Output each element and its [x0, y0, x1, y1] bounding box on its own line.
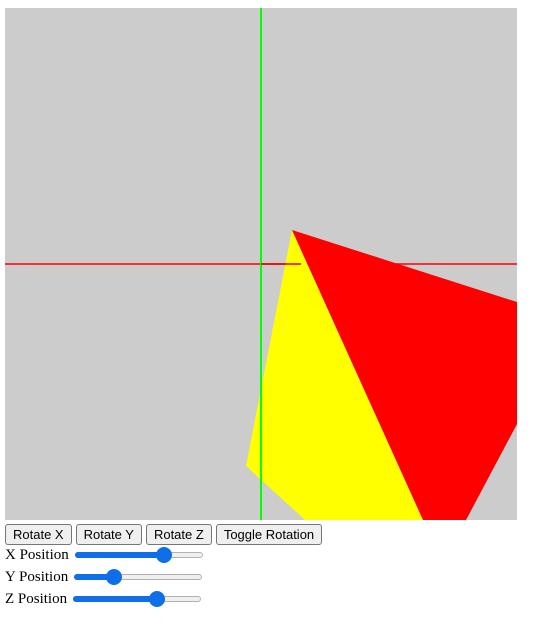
rotate-x-button[interactable]: Rotate X: [5, 524, 72, 545]
scene-canvas: [5, 8, 517, 520]
y-position-control: Y Position: [5, 567, 203, 587]
rotate-y-button[interactable]: Rotate Y: [75, 524, 142, 545]
x-position-slider-thumb[interactable]: [156, 547, 173, 563]
x-position-slider-fill: [74, 552, 164, 558]
z-position-label: Z Position: [5, 590, 68, 607]
3d-viewport[interactable]: [5, 8, 517, 520]
y-position-slider[interactable]: [74, 569, 203, 585]
y-position-slider-thumb[interactable]: [106, 569, 123, 585]
y-position-label: Y Position: [5, 568, 69, 585]
x-position-control: X Position: [5, 545, 203, 565]
control-buttons: Rotate X Rotate Y Rotate Z Toggle Rotati…: [5, 524, 323, 545]
x-position-label: X Position: [5, 546, 69, 563]
toggle-rotation-button[interactable]: Toggle Rotation: [215, 524, 323, 545]
z-position-slider-thumb[interactable]: [148, 591, 165, 607]
rotate-z-button[interactable]: Rotate Z: [145, 524, 212, 545]
x-position-slider[interactable]: [74, 547, 203, 563]
z-position-slider-fill: [73, 596, 156, 602]
z-position-control: Z Position: [5, 589, 202, 609]
z-position-slider[interactable]: [73, 591, 202, 607]
